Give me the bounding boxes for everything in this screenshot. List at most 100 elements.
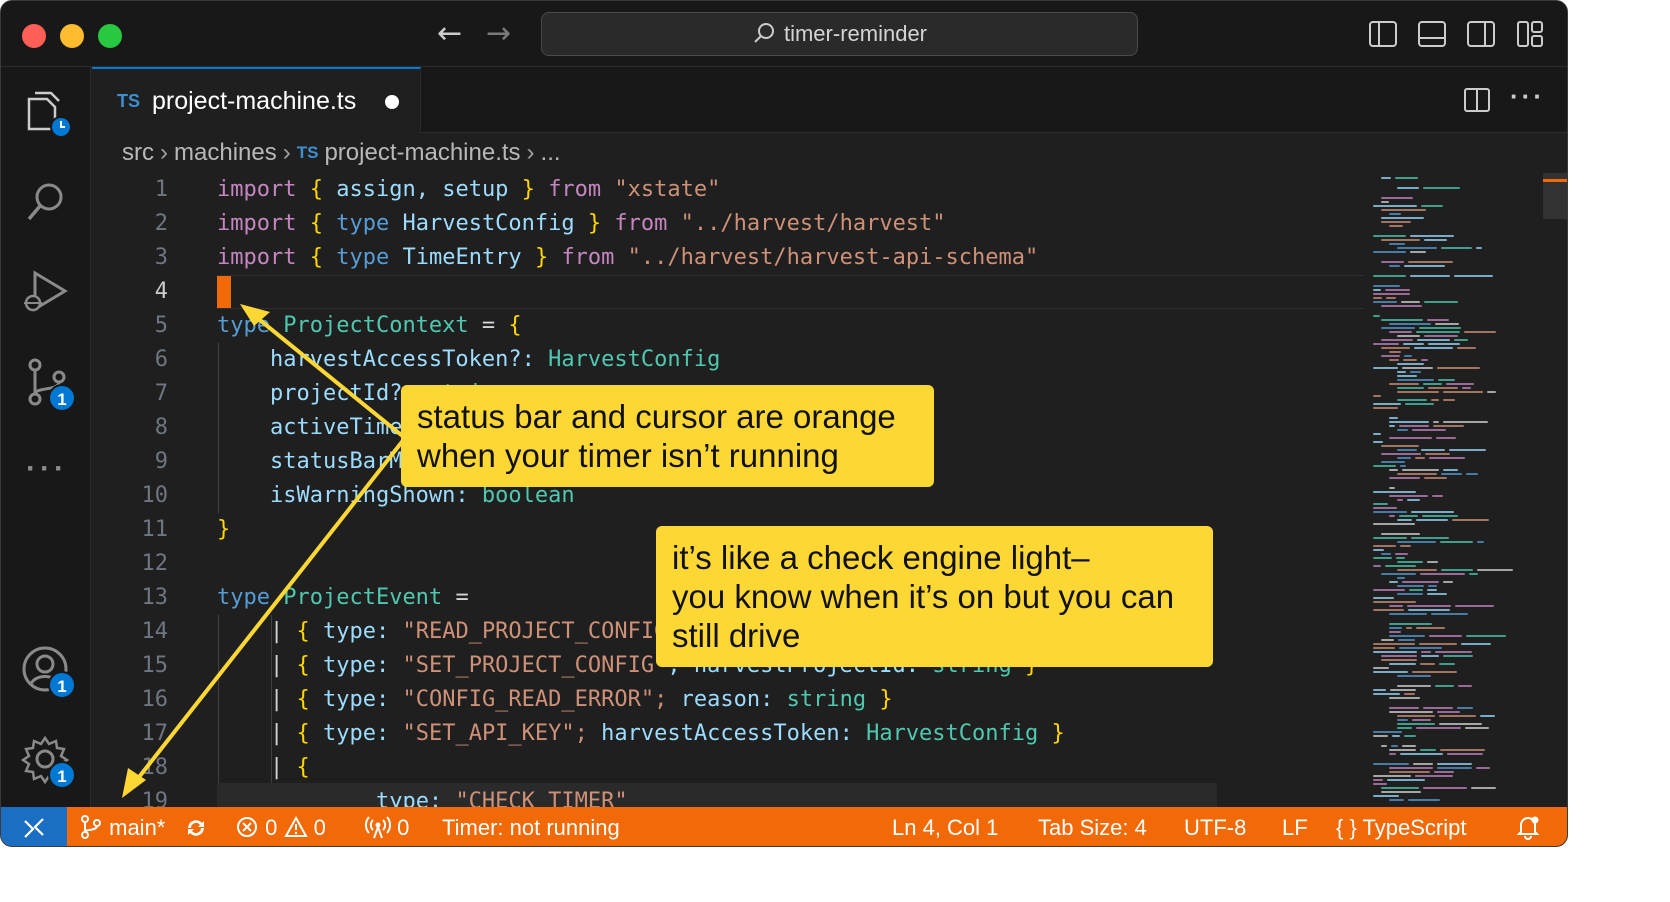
minimap-line bbox=[1389, 437, 1432, 439]
close-window-button[interactable] bbox=[22, 24, 46, 48]
minimap-line bbox=[1373, 783, 1387, 785]
minimap-line bbox=[1397, 473, 1437, 475]
minimap-line bbox=[1408, 261, 1453, 263]
end-of-line[interactable]: LF bbox=[1282, 807, 1308, 846]
minimap-line bbox=[1373, 403, 1401, 405]
minimap-line bbox=[1397, 387, 1424, 389]
minimize-window-button[interactable] bbox=[60, 24, 84, 48]
line-number: 1 bbox=[154, 177, 168, 202]
notifications-bell-icon[interactable] bbox=[1515, 814, 1541, 840]
minimap-line bbox=[1427, 589, 1437, 591]
minimap-line bbox=[1389, 605, 1403, 607]
minimap-line bbox=[1373, 491, 1416, 493]
minimap-line bbox=[1433, 425, 1464, 427]
minimap-line bbox=[1389, 749, 1416, 751]
minimap-line bbox=[1381, 573, 1416, 575]
activity-bar: 1 ··· 1 1 bbox=[1, 67, 91, 807]
minimap-line bbox=[1397, 519, 1412, 521]
minimap-line bbox=[1373, 293, 1410, 295]
git-branch-icon bbox=[81, 815, 101, 839]
workspace-title: timer-reminder bbox=[783, 21, 928, 46]
minimap-line bbox=[1381, 201, 1389, 203]
minimap-line bbox=[1421, 449, 1445, 451]
minimap-line bbox=[1411, 537, 1449, 539]
minimap-line bbox=[1461, 643, 1491, 645]
split-editor-icon[interactable] bbox=[1462, 85, 1492, 115]
sync-icon[interactable] bbox=[184, 816, 208, 840]
minimap-line bbox=[1397, 429, 1408, 431]
branch-status[interactable]: main* bbox=[79, 807, 165, 846]
command-center-search[interactable]: timer-reminder bbox=[541, 12, 1138, 56]
breadcrumb-item-src[interactable]: src bbox=[122, 139, 154, 166]
minimap-line bbox=[1373, 565, 1381, 567]
minimap-line bbox=[1389, 711, 1433, 713]
code-line: 18 | { bbox=[92, 751, 1364, 785]
minimap-line bbox=[1389, 635, 1425, 637]
minimap-line bbox=[1373, 775, 1411, 777]
cursor-position[interactable]: Ln 4, Col 1 bbox=[892, 807, 998, 846]
tab-size[interactable]: Tab Size: 4 bbox=[1038, 807, 1147, 846]
minimap-line bbox=[1373, 671, 1408, 673]
minimap-line bbox=[1373, 735, 1388, 737]
code-line: 2 import { type HarvestConfig } from "../… bbox=[92, 207, 1364, 241]
minimap-line bbox=[1403, 359, 1417, 361]
minimap-line bbox=[1427, 593, 1447, 595]
minimap-line bbox=[1381, 339, 1413, 341]
minimap-line bbox=[1389, 383, 1419, 385]
language-mode[interactable]: { } TypeScript bbox=[1336, 807, 1466, 846]
minimap-line bbox=[1389, 213, 1401, 215]
toggle-panel-icon[interactable] bbox=[1417, 19, 1447, 49]
minimap-line bbox=[1440, 749, 1485, 751]
breadcrumb-item-file[interactable]: project-machine.ts bbox=[324, 139, 520, 166]
minimap-line bbox=[1436, 437, 1456, 439]
minimap-line bbox=[1416, 727, 1461, 729]
minimap-line bbox=[1389, 613, 1427, 615]
minimap-line bbox=[1443, 655, 1473, 657]
unsaved-dot-icon[interactable] bbox=[385, 95, 399, 109]
code-editor[interactable]: 1 import { assign, setup } from "xstate" … bbox=[92, 173, 1364, 807]
toggle-primary-sidebar-icon[interactable] bbox=[1368, 19, 1398, 49]
minimap-line bbox=[1389, 799, 1404, 801]
minimap-line bbox=[1416, 519, 1448, 521]
minimap-line bbox=[1405, 403, 1434, 405]
minimap-line bbox=[1373, 557, 1392, 559]
minimap-line bbox=[1389, 469, 1398, 471]
problems-status[interactable]: 0 0 bbox=[235, 807, 326, 846]
minimap-line bbox=[1373, 647, 1395, 649]
encoding[interactable]: UTF-8 bbox=[1184, 807, 1246, 846]
ports-status[interactable]: 0 bbox=[365, 807, 409, 846]
line-number: 18 bbox=[141, 755, 169, 780]
explorer-timeline-icon[interactable] bbox=[21, 87, 71, 137]
minimap-line bbox=[1397, 541, 1436, 543]
breadcrumb-item-machines[interactable]: machines bbox=[174, 139, 277, 166]
toggle-secondary-sidebar-icon[interactable] bbox=[1466, 19, 1496, 49]
minimap-line bbox=[1412, 429, 1446, 431]
customize-layout-icon[interactable] bbox=[1515, 19, 1545, 49]
minimap-line bbox=[1401, 301, 1420, 303]
minimap-line bbox=[1424, 239, 1447, 241]
minimap-line bbox=[1397, 675, 1431, 677]
more-views-icon[interactable]: ··· bbox=[26, 452, 68, 486]
breadcrumb-item-symbol[interactable]: ... bbox=[541, 139, 561, 166]
timer-status[interactable]: Timer: not running bbox=[442, 807, 620, 846]
minimap-line bbox=[1443, 421, 1488, 423]
search-icon[interactable] bbox=[21, 177, 71, 227]
minimap[interactable] bbox=[1365, 173, 1567, 807]
chevron-right-icon: › bbox=[526, 139, 535, 166]
minimap-line bbox=[1435, 685, 1454, 687]
tab-project-machine[interactable]: TS project-machine.ts bbox=[92, 67, 421, 133]
run-and-debug-icon[interactable] bbox=[21, 267, 71, 317]
zoom-window-button[interactable] bbox=[98, 24, 122, 48]
minimap-line bbox=[1381, 319, 1423, 321]
forward-arrow-icon[interactable]: → bbox=[486, 17, 511, 51]
minimap-line bbox=[1471, 787, 1496, 789]
remote-indicator[interactable] bbox=[1, 807, 67, 846]
back-arrow-icon[interactable]: ← bbox=[437, 17, 462, 51]
minimap-line bbox=[1404, 735, 1416, 737]
minimap-line bbox=[1402, 745, 1416, 747]
minimap-line bbox=[1414, 347, 1453, 349]
minimap-line bbox=[1381, 453, 1421, 455]
minimap-line bbox=[1373, 503, 1388, 505]
more-actions-icon[interactable]: ··· bbox=[1510, 81, 1545, 112]
minimap-line bbox=[1398, 639, 1415, 641]
